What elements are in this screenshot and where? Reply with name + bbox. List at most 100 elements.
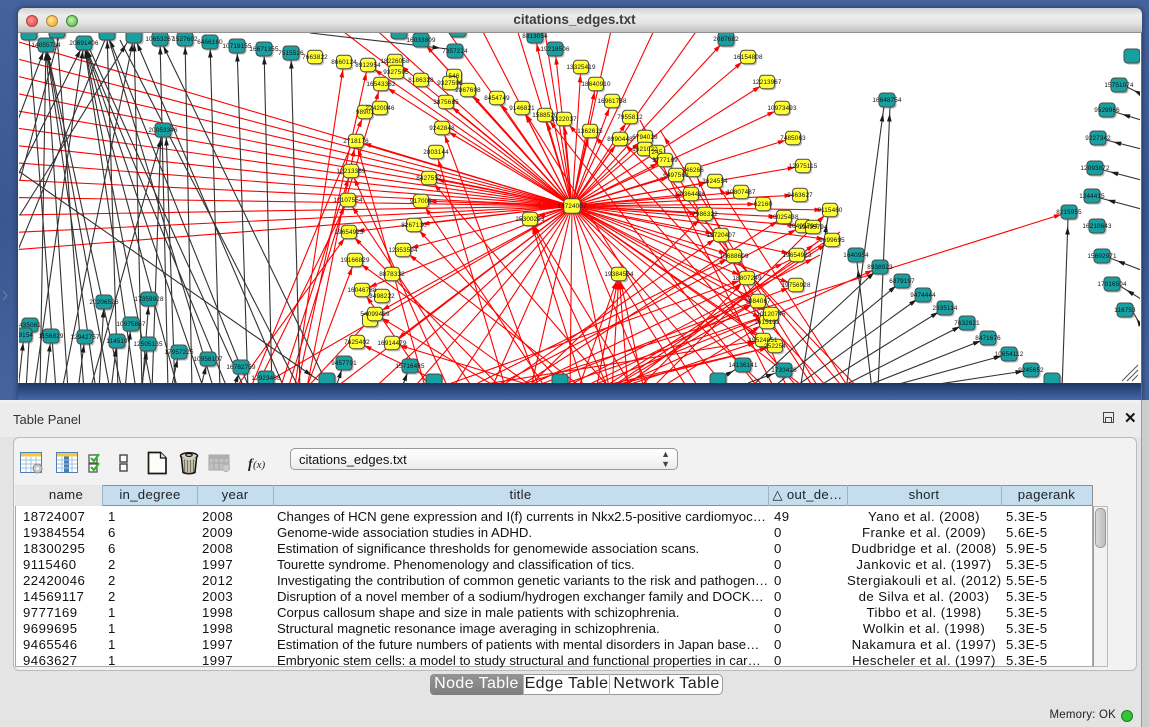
svg-text:12093872: 12093872 bbox=[1080, 165, 1110, 172]
svg-text:19654923: 19654923 bbox=[782, 252, 812, 259]
svg-text:98901: 98901 bbox=[356, 109, 375, 116]
svg-text:1527602: 1527602 bbox=[172, 36, 198, 43]
svg-text:3624554: 3624554 bbox=[702, 178, 728, 185]
svg-text:19654923: 19654923 bbox=[334, 229, 364, 236]
svg-text:10975867: 10975867 bbox=[116, 321, 146, 328]
svg-text:16154808: 16154808 bbox=[733, 54, 763, 61]
svg-text:15716485: 15716485 bbox=[395, 363, 425, 370]
svg-text:1362615: 1362615 bbox=[577, 128, 603, 135]
svg-text:8813054: 8813054 bbox=[522, 33, 548, 40]
svg-text:15692971: 15692971 bbox=[1087, 253, 1117, 260]
svg-text:7515526: 7515526 bbox=[278, 50, 304, 57]
svg-text:15720407: 15720407 bbox=[706, 232, 736, 239]
svg-text:17359928: 17359928 bbox=[134, 296, 164, 303]
svg-text:3875685: 3875685 bbox=[433, 99, 459, 106]
svg-text:19495794: 19495794 bbox=[798, 224, 828, 231]
svg-text:2718176: 2718176 bbox=[343, 138, 369, 145]
svg-text:9084067: 9084067 bbox=[745, 298, 771, 305]
svg-text:(x): (x) bbox=[253, 459, 266, 471]
svg-text:12213369: 12213369 bbox=[336, 168, 366, 175]
svg-text:746266: 746266 bbox=[682, 167, 704, 174]
svg-text:20691406: 20691406 bbox=[69, 40, 99, 47]
svg-text:7632621: 7632621 bbox=[954, 320, 980, 327]
svg-text:13325419: 13325419 bbox=[566, 64, 596, 71]
svg-text:6466160: 6466160 bbox=[197, 39, 223, 46]
svg-text:3498222: 3498222 bbox=[369, 293, 395, 300]
svg-text:8878332: 8878332 bbox=[379, 271, 405, 278]
svg-text:1244415: 1244415 bbox=[1079, 193, 1105, 200]
svg-text:2935114: 2935114 bbox=[932, 305, 957, 312]
svg-text:8912954: 8912954 bbox=[355, 62, 381, 69]
svg-text:18226058: 18226058 bbox=[380, 58, 410, 65]
svg-text:10688609: 10688609 bbox=[719, 253, 749, 260]
svg-text:20206526: 20206526 bbox=[89, 299, 119, 306]
svg-text:19384554: 19384554 bbox=[604, 271, 634, 278]
svg-text:2087682: 2087682 bbox=[713, 36, 739, 43]
svg-text:19218506: 19218506 bbox=[540, 46, 570, 53]
svg-text:114519: 114519 bbox=[106, 338, 128, 345]
svg-text:917006: 917006 bbox=[410, 198, 432, 205]
svg-text:8215955: 8215955 bbox=[1056, 209, 1082, 216]
svg-text:10653267: 10653267 bbox=[145, 36, 175, 43]
svg-text:9529966: 9529966 bbox=[1094, 107, 1120, 114]
svg-text:7357224: 7357224 bbox=[442, 48, 468, 55]
svg-text:10120746: 10120746 bbox=[756, 311, 786, 318]
svg-text:39154: 39154 bbox=[19, 332, 33, 339]
svg-text:1640954: 1640954 bbox=[843, 252, 869, 259]
svg-text:8267130: 8267130 bbox=[401, 222, 427, 229]
svg-text:8471676: 8471676 bbox=[975, 335, 1001, 342]
svg-text:9463627: 9463627 bbox=[787, 192, 813, 199]
svg-text:16210643: 16210643 bbox=[1082, 223, 1112, 230]
svg-text:14055714: 14055714 bbox=[31, 42, 61, 49]
svg-text:19166829: 19166829 bbox=[340, 257, 370, 264]
svg-text:9777169: 9777169 bbox=[652, 157, 678, 164]
svg-text:16671355: 16671355 bbox=[249, 46, 279, 53]
svg-text:7986322: 7986322 bbox=[692, 211, 718, 218]
svg-text:10973493: 10973493 bbox=[767, 105, 797, 112]
svg-text:8454749: 8454749 bbox=[484, 95, 510, 102]
svg-text:20364436: 20364436 bbox=[676, 191, 706, 198]
svg-text:8186328: 8186328 bbox=[408, 77, 434, 84]
svg-text:12213967: 12213967 bbox=[752, 79, 782, 86]
svg-text:6879197: 6879197 bbox=[889, 278, 915, 285]
svg-text:16914479: 16914479 bbox=[377, 340, 407, 347]
svg-text:7955812: 7955812 bbox=[617, 114, 643, 121]
svg-text:10654112: 10654112 bbox=[995, 351, 1024, 358]
svg-text:12975115: 12975115 bbox=[789, 163, 818, 170]
svg-text:8660124: 8660124 bbox=[331, 59, 357, 66]
svg-text:8427552: 8427552 bbox=[416, 175, 442, 182]
svg-text:18640910: 18640910 bbox=[581, 81, 611, 88]
svg-text:2867608: 2867608 bbox=[455, 87, 481, 94]
svg-text:252254: 252254 bbox=[764, 343, 786, 350]
svg-text:16648754: 16648754 bbox=[872, 97, 902, 104]
svg-text:116753: 116753 bbox=[1114, 307, 1136, 314]
svg-text:10807487: 10807487 bbox=[726, 189, 756, 196]
svg-text:546: 546 bbox=[449, 73, 460, 80]
svg-text:8990448: 8990448 bbox=[607, 136, 633, 143]
svg-text:8938923: 8938923 bbox=[867, 264, 893, 271]
svg-text:10107554: 10107554 bbox=[333, 197, 363, 204]
svg-text:9227342: 9227342 bbox=[1085, 135, 1111, 142]
svg-text:18724007: 18724007 bbox=[557, 203, 587, 210]
svg-text:16033809: 16033809 bbox=[406, 37, 436, 44]
svg-text:54099489: 54099489 bbox=[360, 311, 390, 318]
svg-text:7485063: 7485063 bbox=[780, 135, 806, 142]
svg-text:7663822: 7663822 bbox=[302, 54, 328, 61]
svg-text:12923468: 12923468 bbox=[251, 375, 281, 382]
svg-text:12505135: 12505135 bbox=[133, 341, 163, 348]
svg-text:9474444: 9474444 bbox=[910, 292, 936, 299]
svg-text:16782759: 16782759 bbox=[226, 364, 256, 371]
svg-text:8322037: 8322037 bbox=[551, 116, 577, 123]
svg-text:435061: 435061 bbox=[19, 322, 41, 329]
svg-text:9457791: 9457791 bbox=[331, 360, 357, 367]
svg-text:12353594: 12353594 bbox=[388, 247, 418, 254]
svg-text:17016504: 17016504 bbox=[1097, 281, 1127, 288]
svg-text:1615132: 1615132 bbox=[754, 319, 780, 326]
svg-text:16543362: 16543362 bbox=[366, 81, 396, 88]
svg-text:6794028: 6794028 bbox=[632, 134, 658, 141]
svg-text:1733426: 1733426 bbox=[771, 367, 797, 374]
svg-text:20053346: 20053346 bbox=[148, 127, 178, 134]
svg-text:16961758: 16961758 bbox=[597, 98, 627, 105]
svg-text:14136141: 14136141 bbox=[728, 362, 758, 369]
svg-text:10719155: 10719155 bbox=[222, 43, 252, 50]
